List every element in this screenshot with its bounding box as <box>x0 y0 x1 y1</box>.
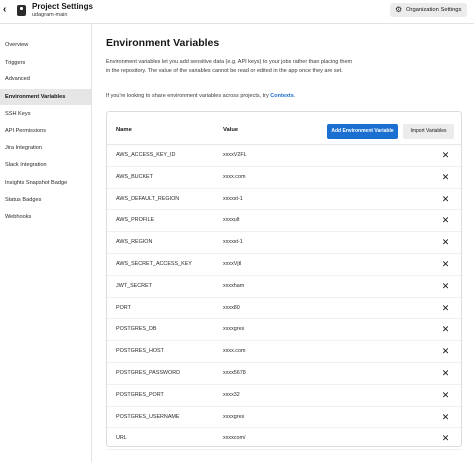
sidebar-item-insights-snapshot-badge[interactable]: Insights Snapshot Badge <box>0 175 91 191</box>
close-icon[interactable]: ✕ <box>441 172 450 182</box>
contexts-link[interactable]: Contexts <box>270 93 294 99</box>
close-icon[interactable]: ✕ <box>441 369 450 378</box>
gear-icon: ⚙ <box>395 5 403 14</box>
close-icon[interactable]: ✕ <box>441 281 450 291</box>
variable-value: xxxxcom/ <box>223 435 246 442</box>
table-row: POSTGRES_HOST xxxx.com ✕ <box>107 341 461 363</box>
organization-settings-button[interactable]: ⚙ Organization Settings <box>390 3 467 17</box>
close-icon[interactable]: ✕ <box>441 238 450 247</box>
table-row: AWS_DEFAULT_REGION xxxxst-1 ✕ <box>107 189 461 211</box>
close-icon[interactable]: ✕ <box>441 151 450 160</box>
variable-value: xxxxVjtl <box>223 261 242 267</box>
variable-value: xxxxgres <box>223 326 245 333</box>
sidebar-item-advanced[interactable]: Advanced <box>0 71 91 87</box>
table-row: POSTGRES_PASSWORD xxxx5678 ✕ <box>107 363 461 385</box>
add-environment-variable-button[interactable]: Add Environment Variable <box>327 124 398 139</box>
table-row: POSTGRES_DB xxxxgres ✕ <box>107 319 461 342</box>
sidebar-item-ssh-keys[interactable]: SSH Keys <box>0 106 91 122</box>
variable-name: AWS_DEFAULT_REGION <box>116 195 180 202</box>
page-title: Project Settings <box>32 2 93 11</box>
variable-name: JWT_SECRET <box>116 282 152 289</box>
variable-name: POSTGRES_USERNAME <box>116 413 180 420</box>
variable-name: AWS_PROFILE <box>116 217 155 224</box>
sidebar-item-environment-variables[interactable]: Environment Variables <box>0 89 91 105</box>
variable-value: xxxxst-1 <box>223 195 243 202</box>
close-icon[interactable]: ✕ <box>441 412 450 422</box>
sidebar-item-triggers[interactable]: Triggers <box>0 55 91 71</box>
variable-name: AWS_REGION <box>116 239 153 246</box>
top-bar: ‹ Project Settings udagram-main ⚙ Organi… <box>0 0 474 24</box>
variable-name: POSTGRES_DB <box>116 326 157 333</box>
close-icon[interactable]: ✕ <box>441 216 450 225</box>
sidebar-item-api-permissions[interactable]: API Permissions <box>0 123 91 139</box>
table-row: JWT_SECRET xxxxham ✕ <box>107 276 461 298</box>
variable-name: URL <box>116 435 127 442</box>
variable-name: AWS_SECRET_ACCESS_KEY <box>116 261 192 267</box>
section-description: Environment variables let you add sensit… <box>106 59 353 74</box>
close-icon[interactable]: ✕ <box>441 303 450 313</box>
table-row: AWS_PROFILE xxxxult ✕ <box>107 210 461 233</box>
variable-name: PORT <box>116 304 131 311</box>
close-icon[interactable]: ✕ <box>441 194 450 204</box>
close-icon[interactable]: ✕ <box>441 325 450 334</box>
chevron-left-icon[interactable]: ‹ <box>3 5 11 15</box>
variable-name: POSTGRES_HOST <box>116 348 164 355</box>
table-row: POSTGRES_PORT xxxx32 ✕ <box>107 385 461 407</box>
table-row: AWS_REGION xxxxst-1 ✕ <box>107 232 461 254</box>
variable-value: xxxxV2FL <box>223 152 247 158</box>
organization-settings-label: Organization Settings <box>406 7 462 13</box>
variable-value: xxxx5678 <box>223 370 246 376</box>
variable-value: xxxx32 <box>223 391 240 398</box>
variable-name: POSTGRES_PASSWORD <box>116 370 180 376</box>
close-icon[interactable]: ✕ <box>441 260 450 269</box>
close-icon[interactable]: ✕ <box>441 347 450 356</box>
variable-name: AWS_ACCESS_KEY_ID <box>116 152 176 158</box>
variable-name: AWS_BUCKET <box>116 173 153 180</box>
contexts-hint-text: If you're looking to share environment v… <box>106 93 271 99</box>
variable-name: POSTGRES_PORT <box>116 391 164 398</box>
contexts-hint-suffix: . <box>293 93 296 99</box>
sidebar-item-slack-integration[interactable]: Slack Integration <box>0 157 91 173</box>
close-icon[interactable]: ✕ <box>441 390 450 400</box>
table-row: AWS_SECRET_ACCESS_KEY xxxxVjtl ✕ <box>107 254 461 276</box>
variable-value: xxxx.com <box>223 173 246 180</box>
variable-value: xxxxst-1 <box>223 239 243 246</box>
variable-value: xxxxult <box>223 217 240 224</box>
column-header-value: Value <box>223 127 239 133</box>
sidebar-item-status-badges[interactable]: Status Badges <box>0 192 91 208</box>
contexts-hint: If you're looking to share environment v… <box>106 93 295 99</box>
project-icon <box>17 5 26 16</box>
import-variables-button[interactable]: Import Variables <box>403 124 454 139</box>
variable-value: xxxx.com <box>223 348 246 355</box>
column-header-name: Name <box>116 127 132 133</box>
sidebar-item-webhooks[interactable]: Webhooks <box>0 209 91 225</box>
variable-value: xxxxgres <box>223 413 245 420</box>
close-icon[interactable]: ✕ <box>441 434 450 443</box>
variable-value: xxxxham <box>223 282 245 289</box>
table-row: PORT xxxx80 ✕ <box>107 298 461 320</box>
sidebar-item-jira-integration[interactable]: Jira Integration <box>0 140 91 156</box>
sidebar-item-overview[interactable]: Overview <box>0 37 91 53</box>
section-heading: Environment Variables <box>106 37 220 49</box>
project-name: udagram-main <box>32 12 68 18</box>
sidebar: Overview Triggers Advanced Environment V… <box>0 24 92 462</box>
variable-value: xxxx80 <box>223 304 240 311</box>
table-row: AWS_BUCKET xxxx.com ✕ <box>107 167 461 189</box>
table-row: URL xxxxcom/ ✕ <box>107 428 461 451</box>
env-vars-table: Name Value Add Environment Variable Impo… <box>106 111 462 451</box>
table-row: POSTGRES_USERNAME xxxxgres ✕ <box>107 407 461 429</box>
table-row: AWS_ACCESS_KEY_ID xxxxV2FL ✕ <box>107 145 461 167</box>
